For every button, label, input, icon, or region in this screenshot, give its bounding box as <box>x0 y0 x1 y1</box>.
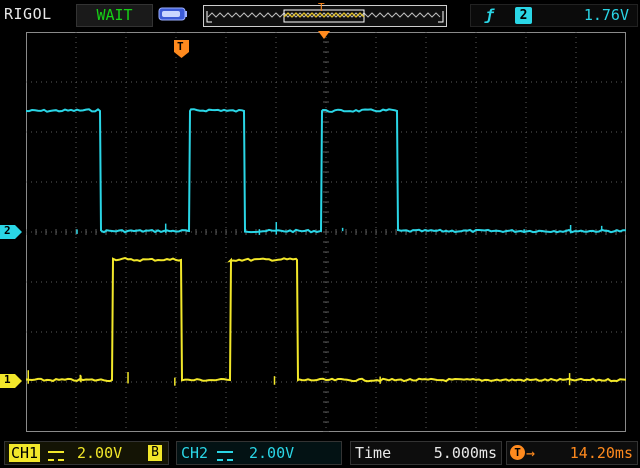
trigger-delay-icon: T <box>510 445 525 460</box>
ch1-label: CH1 <box>9 444 41 462</box>
ch2-settings[interactable]: CH2 2.00V <box>176 441 342 465</box>
rising-edge-icon: ƒ <box>485 6 495 24</box>
trigger-position-icon[interactable] <box>317 30 331 42</box>
bandwidth-limit-badge: B <box>148 445 162 461</box>
timebase-value: 5.000ms <box>433 444 497 462</box>
ch2-scale: 2.00V <box>249 444 295 462</box>
ch2-label: CH2 <box>181 444 209 462</box>
right-arrow-icon: → <box>526 444 536 462</box>
trigger-time-marker-icon[interactable]: T <box>174 40 189 58</box>
dc-coupling-icon <box>217 451 233 461</box>
trigger-level: 1.76V <box>583 6 629 24</box>
trigger-info-panel[interactable]: ƒ 2 1.76V <box>470 4 638 27</box>
ch1-ground-marker[interactable]: 1 <box>0 373 22 388</box>
ch1-settings[interactable]: CH1 2.00V B <box>4 441 169 465</box>
ch1-scale: 2.00V <box>77 444 123 462</box>
bottom-status-bar: CH1 2.00V B CH2 2.00V Time 5.000ms T → 1… <box>0 437 640 468</box>
trigger-delay-value: 14.20ms <box>569 444 633 462</box>
ch2-ground-marker[interactable]: 2 <box>0 224 22 239</box>
dc-coupling-icon <box>48 451 64 461</box>
waveform-display[interactable] <box>26 32 626 432</box>
trigger-delay-settings[interactable]: T → 14.20ms <box>506 441 638 465</box>
trigger-source-badge: 2 <box>515 7 532 24</box>
brand-logo: RIGOL <box>4 5 52 23</box>
memory-waveform-icon <box>206 9 444 23</box>
timebase-settings[interactable]: Time 5.000ms <box>350 441 502 465</box>
memory-depth-bar[interactable]: T <box>203 1 447 27</box>
battery-icon <box>158 7 187 21</box>
trigger-time-marker-label: T <box>177 40 184 53</box>
timebase-label: Time <box>355 444 392 462</box>
ch1-ground-label: 1 <box>4 373 11 386</box>
ch2-ground-label: 2 <box>4 224 11 237</box>
memory-trigger-marker: T <box>318 1 325 14</box>
run-status-indicator[interactable]: WAIT <box>76 4 153 27</box>
top-status-bar: RIGOL WAIT T ƒ 2 1.76V <box>0 0 640 30</box>
